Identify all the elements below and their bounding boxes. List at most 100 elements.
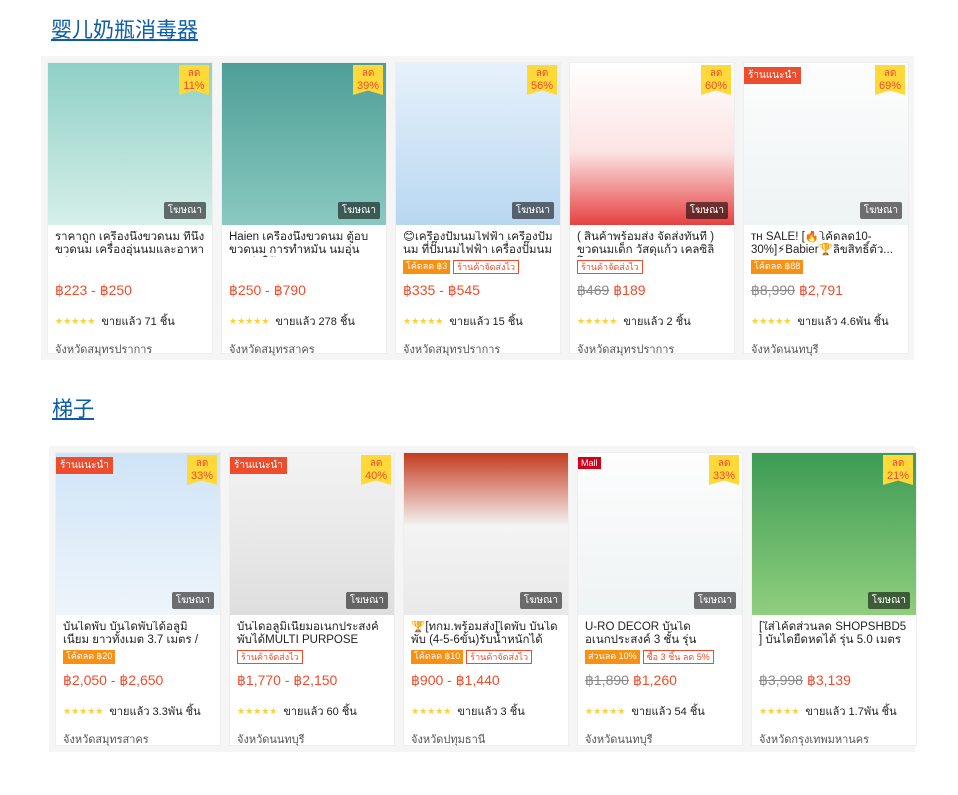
shop-badge: ร้านแนะนำ [744, 67, 801, 84]
current-price: ฿335 - ฿545 [403, 282, 480, 298]
current-price: ฿2,791 [798, 282, 843, 298]
seller-location: จังหวัดกรุงเทพมหานคร [759, 734, 870, 746]
star-rating-icon: ★★★★★ [411, 705, 452, 716]
product-image[interactable]: ลด 39% โฆษณา [222, 63, 386, 225]
product-image[interactable]: ลด 56% โฆษณา [396, 63, 560, 225]
seller-location: จังหวัดนนทบุรี [751, 344, 819, 356]
discount-label: ลด [535, 68, 549, 79]
product-card[interactable]: ลด 56% โฆษณา 😊เครื่องปั๊มนมไฟฟ้า เครื่อง… [395, 62, 561, 356]
product-name[interactable]: ราคาถูก เครื่องนึ่งขวดนม ที่นึ่งขวดนม เค… [55, 231, 205, 257]
ad-badge: โฆษณา [345, 592, 388, 609]
price: ฿223 - ฿250 [55, 282, 205, 300]
price: ฿250 - ฿790 [229, 282, 379, 300]
promo-tags: ร้านค้าจัดส่งไว [577, 260, 727, 276]
ad-badge: โฆษณา [685, 202, 728, 219]
discount-value: 21% [886, 470, 910, 482]
product-card[interactable]: ลด 60% โฆษณา ( สินค้าพร้อมส่ง จัดส่งทันท… [569, 62, 735, 356]
product-image[interactable]: ลด 21% โฆษณา [752, 453, 916, 615]
ad-badge: โฆษณา [511, 202, 554, 219]
product-name[interactable]: 🏆[ทกม.พร้อมส่ง]ไดพับ บันไดพับ (4-5-6ขั้น… [411, 621, 561, 647]
product-name[interactable]: U-RO DECOR บันได อเนกประสงค์ 3 ชั้น รุ่น… [585, 621, 735, 647]
price: ฿900 - ฿1,440 [411, 672, 561, 690]
ad-badge: โฆษณา [867, 592, 910, 609]
star-rating-icon: ★★★★★ [585, 705, 626, 716]
product-image[interactable]: ลด 60% โฆษณา [570, 63, 734, 225]
product-card[interactable]: ลด 11% โฆษณา ราคาถูก เครื่องนึ่งขวดนม ที… [47, 62, 213, 356]
product-name[interactable]: บันไดอลูมิเนียมอเนกประสงค์พับได้MULTI PU… [237, 621, 387, 647]
product-card[interactable]: โฆษณา 🏆[ทกม.พร้อมส่ง]ไดพับ บันไดพับ (4-5… [403, 452, 569, 746]
product-name[interactable]: ᴛʜ SALE! [🔥โค้ดลด10-30%]⚡Babier🏆ลิขสิทธิ… [751, 231, 901, 257]
discount-value: 60% [704, 80, 728, 92]
product-image[interactable]: Mall ลด 33% โฆษณา [578, 453, 742, 615]
product-card[interactable]: ร้านแนะนำ ลด 69% โฆษณา ᴛʜ SALE! [🔥โค้ดลด… [743, 62, 909, 356]
promo-tags [759, 650, 909, 666]
seller-location: จังหวัดสมุทรปราการ [55, 344, 153, 356]
seller-location: จังหวัดสมุทรปราการ [403, 344, 501, 356]
seller-location: จังหวัดนนทบุรี [585, 734, 653, 746]
discount-badge: ลด 33% [187, 455, 217, 485]
shop-badge: Mall [578, 457, 601, 469]
original-price: ฿1,890 [585, 672, 629, 688]
product-card[interactable]: ลด 21% โฆษณา [ใส่โค้ดส่วนลด SHOPSHBD5 ] … [751, 452, 917, 746]
discount-label: ลด [883, 68, 897, 79]
seller-location: จังหวัดปทุมธานี [411, 734, 486, 746]
price: ฿3,998 ฿3,139 [759, 672, 909, 690]
discount-badge: ลด 60% [701, 65, 731, 95]
product-name[interactable]: บันไดพับ บันไดพับได้อลูมิเนียม ยาวทั้งเม… [63, 621, 213, 647]
discount-label: ลด [709, 68, 723, 79]
sold-count: ขายแล้ว 278 ชิ้น [275, 316, 355, 328]
promo-tag: ร้านค้าจัดส่งไว [577, 260, 643, 274]
price: ฿2,050 - ฿2,650 [63, 672, 213, 690]
ad-badge: โฆษณา [859, 202, 902, 219]
current-price: ฿189 [613, 282, 646, 298]
promo-tags [55, 260, 205, 276]
promo-tags: โค้ดลด ฿88 [751, 260, 901, 276]
promo-tag: ร้านค้าจัดส่งไว [237, 650, 303, 664]
section-title-baby-bottle-sterilizer[interactable]: 婴儿奶瓶消毒器 [51, 14, 198, 44]
original-price: ฿469 [577, 282, 610, 298]
discount-value: 69% [878, 80, 902, 92]
price: ฿8,990 ฿2,791 [751, 282, 901, 300]
product-card[interactable]: ร้านแนะนำ ลด 33% โฆษณา บันไดพับ บันไดพับ… [55, 452, 221, 746]
discount-badge: ลด 56% [527, 65, 557, 95]
current-price: ฿3,139 [806, 672, 851, 688]
current-price: ฿223 - ฿250 [55, 282, 132, 298]
product-image[interactable]: ลด 11% โฆษณา [48, 63, 212, 225]
promo-tag: ร้านค้าจัดส่งไว [453, 260, 519, 274]
product-name[interactable]: [ใส่โค้ดส่วนลด SHOPSHBD5 ] บันไดยืดหดได้… [759, 621, 909, 647]
shop-badge: ร้านแนะนำ [230, 457, 287, 474]
discount-label: ลด [891, 458, 905, 469]
promo-tags: โค้ดลด ฿20 [63, 650, 213, 666]
shop-badge: ร้านแนะนำ [56, 457, 113, 474]
discount-badge: ลด 11% [179, 65, 209, 95]
promo-tags: โค้ดลด ฿3 ร้านค้าจัดส่งไว [403, 260, 553, 276]
star-rating-icon: ★★★★★ [751, 315, 792, 326]
sold-count: ขายแล้ว 54 ชิ้น [631, 706, 705, 718]
product-image[interactable]: โฆษณา [404, 453, 568, 615]
ad-badge: โฆษณา [519, 592, 562, 609]
product-name[interactable]: ( สินค้าพร้อมส่ง จัดส่งทันที ) ขวดนมเด็ก… [577, 231, 727, 257]
section-title-ladder[interactable]: 梯子 [52, 393, 94, 423]
seller-location: จังหวัดสมุทรสาคร [63, 734, 149, 746]
product-card[interactable]: Mall ลด 33% โฆษณา U-RO DECOR บันได อเนกป… [577, 452, 743, 746]
product-card[interactable]: ลด 39% โฆษณา Haien เครื่องนึ่งขวดนม ตู้อ… [221, 62, 387, 356]
star-rating-icon: ★★★★★ [63, 705, 104, 716]
product-card[interactable]: ร้านแนะนำ ลด 40% โฆษณา บันไดอลูมิเนียมอเ… [229, 452, 395, 746]
sold-count: ขายแล้ว 15 ชิ้น [449, 316, 523, 328]
promo-tag: โค้ดลด ฿20 [63, 650, 116, 664]
current-price: ฿1,770 - ฿2,150 [237, 672, 338, 688]
discount-value: 56% [530, 80, 554, 92]
product-image[interactable]: ร้านแนะนำ ลด 69% โฆษณา [744, 63, 908, 225]
discount-value: 33% [712, 470, 736, 482]
product-grid: ร้านแนะนำ ลด 33% โฆษณา บันไดพับ บันไดพับ… [49, 446, 917, 752]
star-rating-icon: ★★★★★ [229, 315, 270, 326]
sold-count: ขายแล้ว 3 ชิ้น [457, 706, 525, 718]
promo-tags: ร้านค้าจัดส่งไว [237, 650, 387, 666]
product-name[interactable]: Haien เครื่องนึ่งขวดนม ตู้อบขวดนม การทำห… [229, 231, 379, 257]
current-price: ฿900 - ฿1,440 [411, 672, 500, 688]
product-name[interactable]: 😊เครื่องปั๊มนมไฟฟ้า เครื่องปั๊มนม ที่ปั๊… [403, 231, 553, 257]
sold-count: ขายแล้ว 60 ชิ้น [283, 706, 357, 718]
product-image[interactable]: ร้านแนะนำ ลด 33% โฆษณา [56, 453, 220, 615]
discount-label: ลด [717, 458, 731, 469]
product-image[interactable]: ร้านแนะนำ ลด 40% โฆษณา [230, 453, 394, 615]
